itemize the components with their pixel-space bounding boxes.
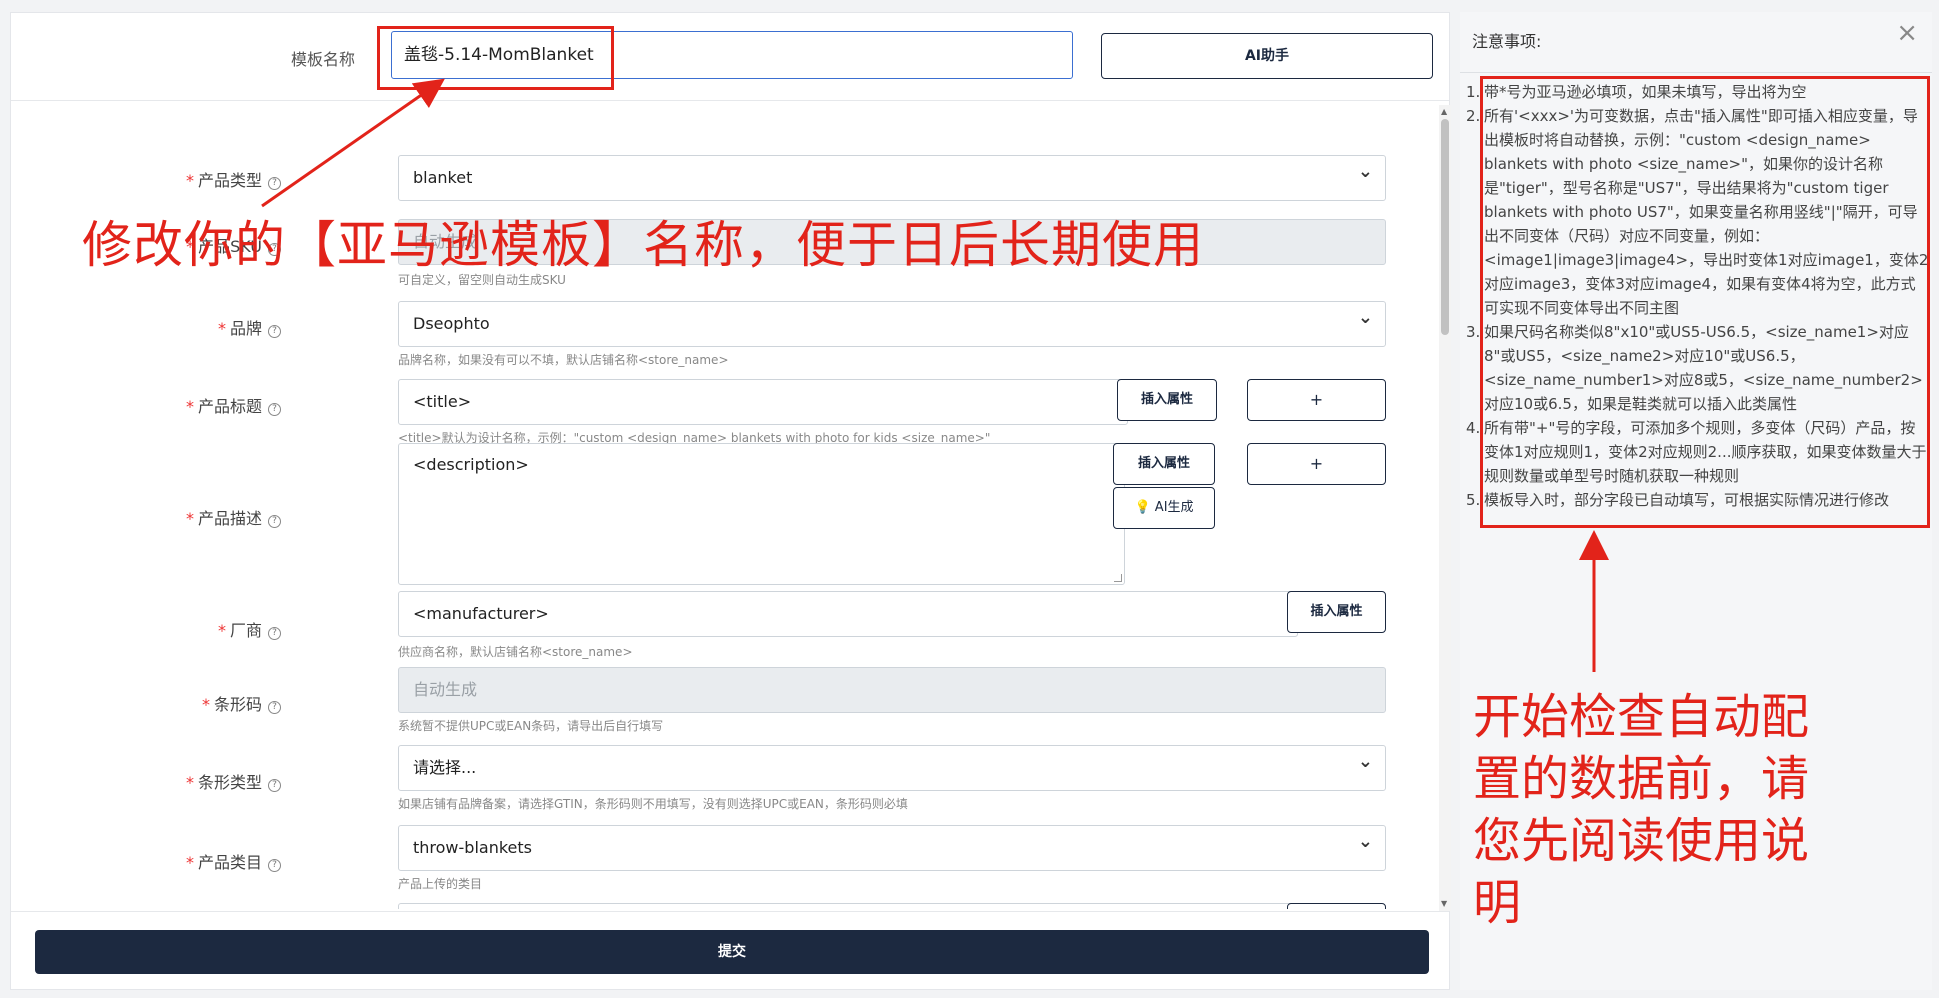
required-marker: * [185,171,194,190]
scroll-down-arrow-icon[interactable]: ▼ [1441,899,1447,909]
help-icon[interactable]: ? [268,859,281,872]
help-icon[interactable]: ? [268,515,281,528]
title-add-rule-button[interactable]: + [1247,379,1386,421]
barcode-input[interactable]: 自动生成 [398,667,1386,713]
manufacturer-insert-attribute-button[interactable]: 插入属性 [1287,591,1386,633]
barcode-type-select[interactable]: 请选择... [398,740,1386,791]
required-marker: * [185,853,194,872]
form-scrollbar[interactable]: ▲ ▼ [1439,105,1451,911]
notice-list: 1. 带*号为亚马逊必填项，如果未填写，导出将为空 2. 所有'<xxx>'为可变数… [1466,80,1930,512]
annotation-rename-template: 修改你的【亚马逊模板】名称，便于日后长期使用 [82,216,1204,274]
product-description-textarea[interactable]: <description> [398,443,1125,585]
barcode-type-label: * 条形类型? [11,769,281,793]
annotation-read-instructions: 开始检查自动配置的数据前，请您先阅读使用说明 [1473,689,1810,931]
description-text: <description> [413,455,529,474]
product-category-label: * 产品类目? [11,849,281,873]
product-type-label: * 产品类型? [11,167,281,191]
help-icon[interactable]: ? [268,177,281,190]
help-icon[interactable]: ? [268,779,281,792]
description-insert-attribute-button[interactable]: 插入属性 [1113,443,1215,485]
notice-item: 2. 所有'<xxx>'为可变数据，点击"插入属性"即可插入相应变量，导出模板时将… [1466,107,1929,317]
notice-item: 3. 如果尺码名称类似8"x10"或US5-US6.5，<size_name1>对… [1466,323,1923,413]
manufacturer-hint: 供应商名称，默认店铺名称<store_name> [398,645,633,659]
required-marker: * [185,397,194,416]
template-name-input[interactable]: 盖毯-5.14-MomBlanket [391,31,1073,79]
description-ai-generate-button[interactable]: 💡 AI生成 [1113,487,1215,529]
next-field-input[interactable] [398,903,1298,909]
brand-label: * 品牌? [11,315,281,339]
notice-divider [1460,72,1932,73]
ai-generate-label: AI生成 [1154,500,1194,515]
product-type-select[interactable]: blanket [398,150,1386,201]
product-title-input[interactable]: <title> [398,379,1128,425]
barcode-type-hint: 如果店铺有品牌备案，请选择GTIN，条形码则不用填写，没有则选择UPC或EAN，… [398,797,908,811]
product-description-label: * 产品描述? [11,505,281,529]
product-category-select[interactable]: throw-blankets [398,820,1386,871]
lightbulb-icon: 💡 [1134,500,1155,515]
template-name-row: 模板名称 盖毯-5.14-MomBlanket AI助手 [11,13,1449,101]
notice-title: 注意事项: [1472,32,1542,51]
notice-item: 1. 带*号为亚马逊必填项，如果未填写，导出将为空 [1466,83,1807,101]
next-field-button[interactable] [1287,903,1386,909]
scrollbar-thumb[interactable] [1441,119,1449,335]
required-marker: * [201,695,210,714]
required-marker: * [217,319,226,338]
template-form-panel: 模板名称 盖毯-5.14-MomBlanket AI助手 * 产品类型? blan… [10,12,1451,990]
help-icon[interactable]: ? [268,403,281,416]
ai-assistant-button[interactable]: AI助手 [1101,33,1433,79]
brand-hint: 品牌名称，如果没有可以不填，默认店铺名称<store_name> [398,353,729,367]
required-marker: * [185,509,194,528]
manufacturer-input[interactable]: <manufacturer> [398,591,1298,637]
required-marker: * [185,773,194,792]
submit-button[interactable]: 提交 [35,930,1429,974]
required-marker: * [217,621,226,640]
help-icon[interactable]: ? [268,325,281,338]
title-insert-attribute-button[interactable]: 插入属性 [1117,379,1217,421]
submit-bar: 提交 [11,911,1449,989]
resize-handle[interactable] [1114,574,1122,582]
template-name-label: 模板名称 [291,50,356,69]
manufacturer-label: * 厂商? [11,617,281,641]
product-title-label: * 产品标题? [11,393,281,417]
product-category-hint: 产品上传的类目 [398,877,483,891]
notice-item: 4. 所有带"+"号的字段，可添加多个规则，多变体（尺码）产品，按变体1对应规则1… [1466,419,1927,485]
help-icon[interactable]: ? [268,701,281,714]
help-icon[interactable]: ? [268,627,281,640]
description-add-rule-button[interactable]: + [1247,443,1386,485]
barcode-label: * 条形码? [11,691,281,715]
close-icon[interactable]: × [1896,18,1918,48]
barcode-hint: 系统暂不提供UPC或EAN条码，请导出后自行填写 [398,719,664,733]
notice-item: 5. 模板导入时，部分字段已自动填写，可根据实际情况进行修改 [1466,491,1890,509]
brand-select[interactable]: Dseophto [398,296,1386,347]
scroll-up-arrow-icon[interactable]: ▲ [1441,107,1447,117]
